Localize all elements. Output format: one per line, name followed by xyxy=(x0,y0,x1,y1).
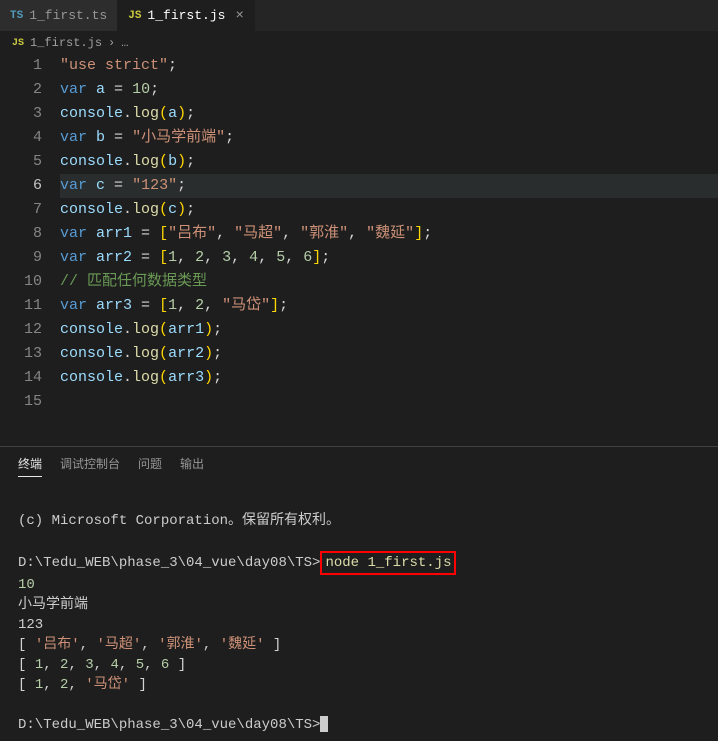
ts-icon: TS xyxy=(10,10,23,22)
terminal-copyright: (c) Microsoft Corporation。保留所有权利。 xyxy=(18,513,340,529)
terminal-output: 小马学前端 xyxy=(18,597,88,613)
chevron-right-icon: › xyxy=(108,36,115,50)
code-area[interactable]: "use strict"; var a = 10; console.log(a)… xyxy=(60,54,718,446)
tab-1-first-ts[interactable]: TS 1_first.ts xyxy=(0,0,118,31)
tab-problems[interactable]: 问题 xyxy=(138,455,162,477)
breadcrumb[interactable]: JS 1_first.js › … xyxy=(0,32,718,54)
terminal[interactable]: (c) Microsoft Corporation。保留所有权利。 D:\Ted… xyxy=(0,485,718,741)
tab-label: 1_first.js xyxy=(147,8,225,23)
tab-output[interactable]: 输出 xyxy=(180,455,204,477)
tab-1-first-js[interactable]: JS 1_first.js × xyxy=(118,0,255,31)
tab-debug-console[interactable]: 调试控制台 xyxy=(60,455,120,477)
breadcrumb-more: … xyxy=(121,36,128,50)
terminal-prompt: D:\Tedu_WEB\phase_3\04_vue\day08\TS> xyxy=(18,717,320,733)
highlight-box: node 1_first.js xyxy=(320,551,456,575)
panel: 终端 调试控制台 问题 输出 (c) Microsoft Corporation… xyxy=(0,446,718,741)
editor-tabs: TS 1_first.ts JS 1_first.js × xyxy=(0,0,718,32)
tab-label: 1_first.ts xyxy=(29,8,107,23)
js-icon: JS xyxy=(12,38,24,49)
breadcrumb-file: 1_first.js xyxy=(30,36,102,50)
line-gutter: 123456789101112131415 xyxy=(0,54,60,446)
terminal-output: 123 xyxy=(18,617,43,633)
cursor-icon xyxy=(320,716,328,732)
tab-terminal[interactable]: 终端 xyxy=(18,455,42,477)
close-icon[interactable]: × xyxy=(235,8,243,24)
editor[interactable]: 123456789101112131415 "use strict"; var … xyxy=(0,54,718,446)
panel-tabs: 终端 调试控制台 问题 输出 xyxy=(0,447,718,485)
terminal-output: 10 xyxy=(18,577,35,593)
js-icon: JS xyxy=(128,10,141,22)
terminal-command: node 1_first.js xyxy=(325,555,451,571)
terminal-prompt: D:\Tedu_WEB\phase_3\04_vue\day08\TS> xyxy=(18,555,320,571)
